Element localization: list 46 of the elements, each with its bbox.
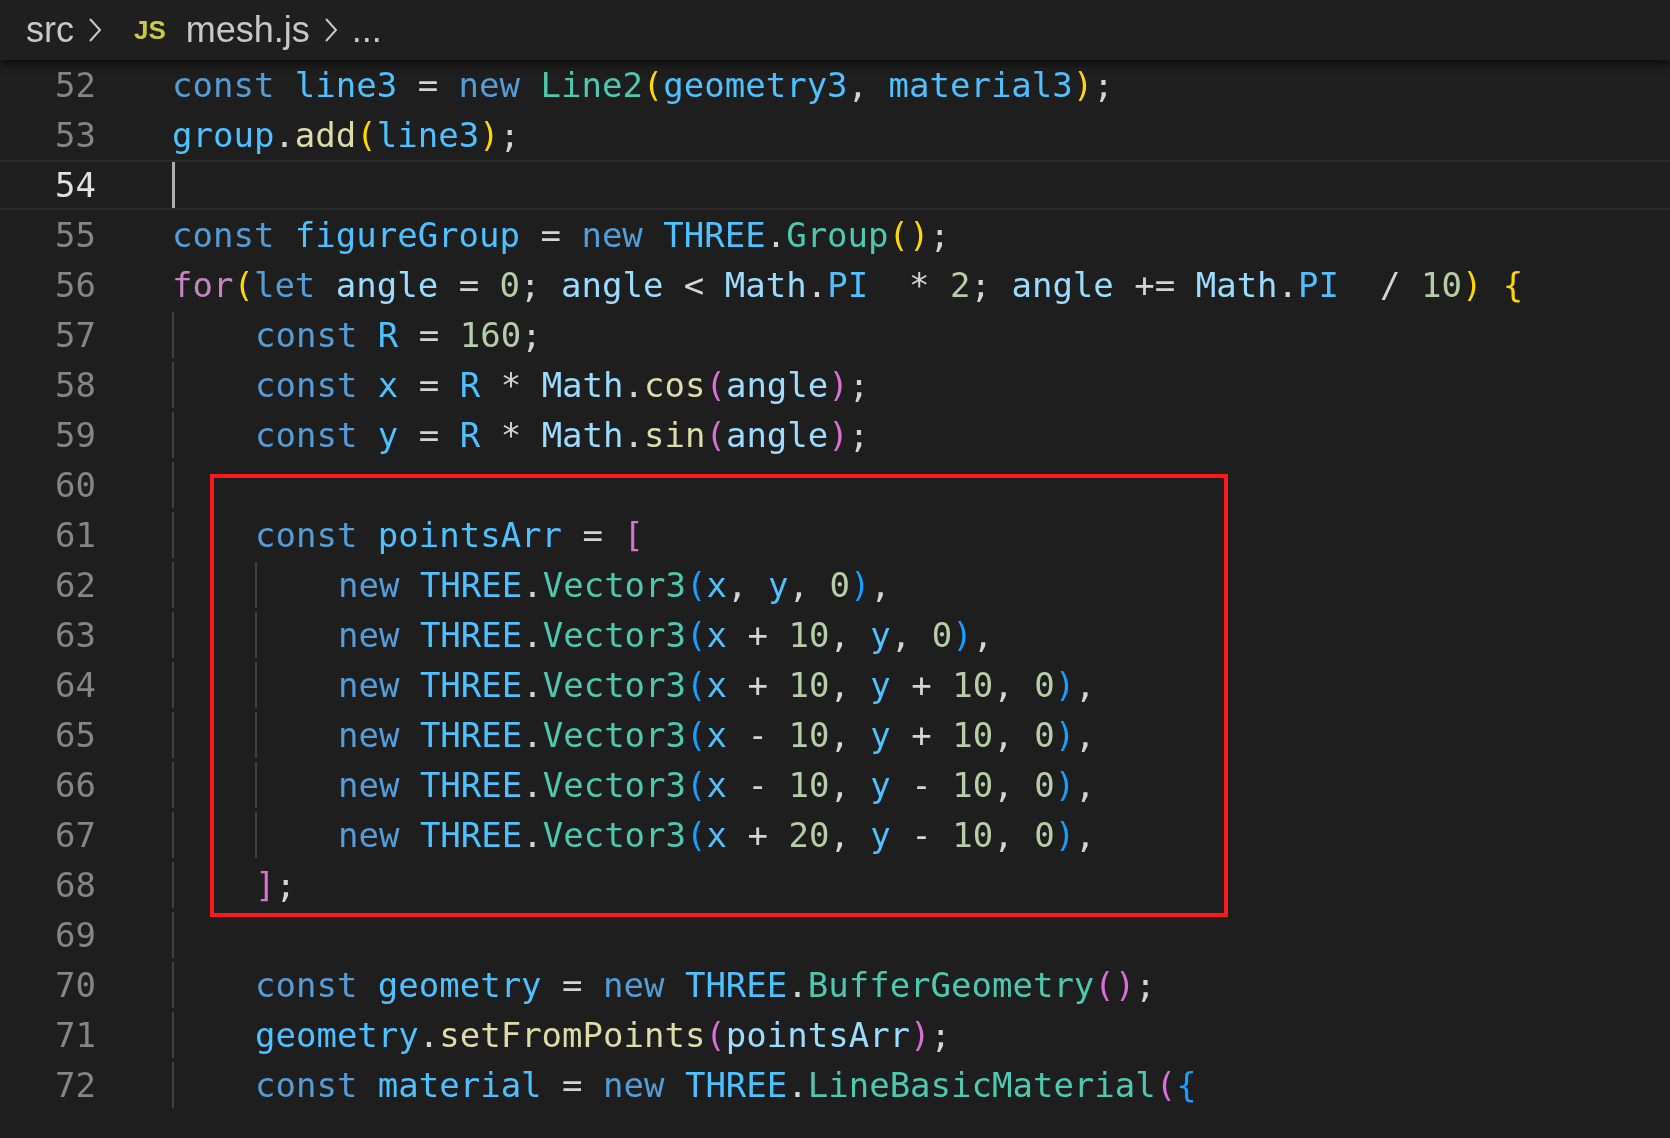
- breadcrumb-item[interactable]: mesh.js: [185, 9, 310, 51]
- code-line: new THREE.Vector3(x, y, 0),: [338, 564, 891, 607]
- line-number: 54: [54, 165, 96, 205]
- file-type-label: JS: [134, 14, 166, 46]
- chevron-icon: [323, 17, 338, 43]
- line-number: 52: [54, 65, 96, 105]
- code-line: new THREE.Vector3(x + 10, y, 0),: [338, 614, 994, 657]
- line-number: 62: [54, 565, 96, 605]
- line-number: 57: [54, 315, 96, 355]
- line-number: 58: [54, 365, 96, 405]
- code-line: for(let angle = 0; angle < Math.PI * 2; angle += Math.PI / 10) {: [172, 264, 1524, 307]
- code-line: new THREE.Vector3(x + 10, y + 10, 0),: [338, 664, 1096, 707]
- code-line: new THREE.Vector3(x + 20, y - 10, 0),: [338, 814, 1096, 857]
- text-cursor: [172, 162, 175, 208]
- code-line: group.add(line3);: [172, 114, 521, 157]
- line-number: 64: [54, 665, 96, 705]
- code-line: const x = R * Math.cos(angle);: [255, 364, 870, 407]
- line-number: 55: [54, 215, 96, 255]
- code-line: const material = new THREE.LineBasicMaterial({: [255, 1064, 1197, 1107]
- line-number: 59: [54, 415, 96, 455]
- line-number: 66: [54, 765, 96, 805]
- code-line: const R = 160;: [255, 314, 542, 357]
- line-number: 53: [54, 115, 96, 155]
- code-line: new THREE.Vector3(x - 10, y + 10, 0),: [338, 714, 1096, 757]
- line-number: 70: [54, 965, 96, 1005]
- code-line: const pointsArr = [: [255, 514, 644, 557]
- code-line: const geometry = new THREE.BufferGeometry();: [255, 964, 1156, 1007]
- code-line: const figureGroup = new THREE.Group();: [172, 214, 950, 257]
- code-line: ];: [255, 864, 296, 907]
- line-number: 71: [54, 1015, 96, 1055]
- line-number: 56: [54, 265, 96, 305]
- code-line: geometry.setFromPoints(pointsArr);: [255, 1014, 952, 1057]
- breadcrumb-item[interactable]: src: [26, 9, 74, 51]
- line-number: 72: [54, 1065, 96, 1105]
- code-line: const line3 = new Line2(geometry3, material3);: [172, 64, 1114, 107]
- code-line: new THREE.Vector3(x - 10, y - 10, 0),: [338, 764, 1096, 807]
- line-number: 68: [54, 865, 96, 905]
- line-number: 61: [54, 515, 96, 555]
- breadcrumb-item[interactable]: ...: [351, 9, 382, 51]
- line-number: 69: [54, 915, 96, 955]
- chevron-icon: [88, 17, 102, 43]
- line-number: 65: [54, 715, 96, 755]
- line-number: 67: [54, 815, 96, 855]
- line-number: 60: [54, 465, 96, 505]
- code-line: const y = R * Math.sin(angle);: [255, 414, 870, 457]
- line-number: 63: [54, 615, 96, 655]
